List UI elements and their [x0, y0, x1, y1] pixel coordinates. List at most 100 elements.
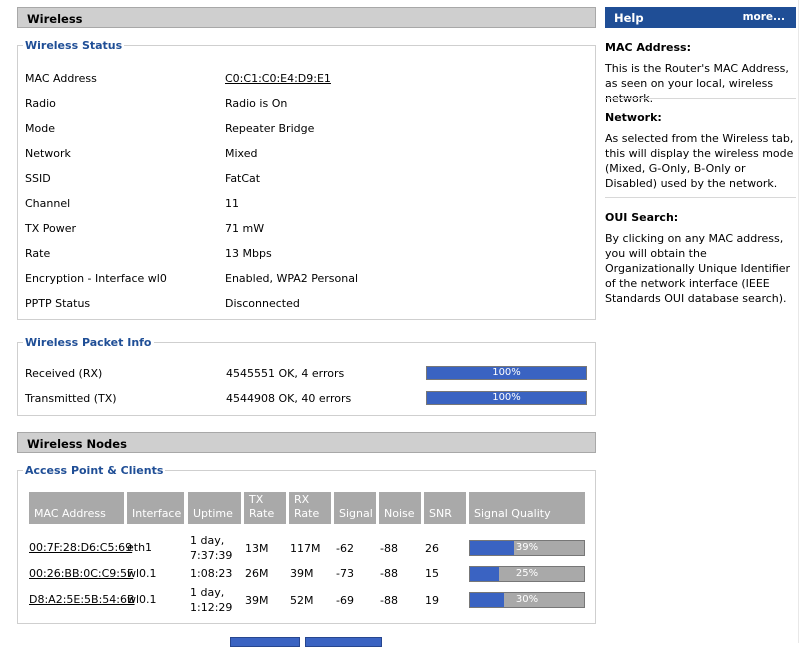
client-interface: wl0.1: [127, 593, 157, 606]
col-rx-rate[interactable]: RX Rate: [289, 492, 331, 524]
help-more-link[interactable]: more...: [743, 11, 785, 23]
client-uptime-line1: 1 day,: [190, 534, 225, 547]
client-uptime-line2: 7:37:39: [190, 549, 233, 562]
help-section-title: OUI Search:: [605, 211, 679, 224]
col-header-text: RX Rate: [294, 493, 320, 520]
signal-quality-text: 30%: [515, 594, 539, 605]
rx-progress-bar: 100%: [426, 366, 587, 380]
status-value: Radio is On: [225, 97, 288, 110]
client-tx-rate: 39M: [245, 594, 269, 607]
status-row: Rate 13 Mbps: [25, 246, 585, 262]
help-section-text: As selected from the Wireless tab, this …: [605, 132, 794, 190]
col-uptime[interactable]: Uptime: [188, 492, 241, 524]
status-row: TX Power 71 mW: [25, 221, 585, 237]
tx-progress-bar: 100%: [426, 391, 587, 405]
help-divider: [605, 197, 796, 198]
signal-quality-bar: 25%: [469, 566, 585, 582]
col-header-text: Noise: [384, 507, 415, 520]
col-noise[interactable]: Noise: [379, 492, 421, 524]
signal-quality-bar: 39%: [469, 540, 585, 556]
client-signal: -73: [336, 567, 354, 580]
status-value: Enabled, WPA2 Personal: [225, 272, 359, 285]
bottom-button-1[interactable]: [230, 637, 300, 647]
col-header-text: Signal Quality: [474, 507, 551, 520]
help-header: Help more...: [605, 7, 796, 28]
packet-label: Transmitted (TX): [25, 392, 117, 405]
col-header-text: Uptime: [193, 507, 233, 520]
col-tx-rate[interactable]: TX Rate: [244, 492, 286, 524]
client-noise: -88: [380, 567, 398, 580]
client-uptime-line2: 1:12:29: [190, 601, 233, 614]
help-section-oui: OUI Search: By clicking on any MAC addre…: [605, 210, 796, 306]
help-divider: [605, 98, 796, 99]
client-rx-rate: 117M: [290, 542, 321, 555]
client-mac-link[interactable]: 00:7F:28:D6:C5:69: [29, 541, 132, 555]
col-signal-quality[interactable]: Signal Quality: [469, 492, 585, 524]
col-header-text: Signal: [339, 507, 373, 520]
status-value: Disconnected: [225, 297, 300, 310]
client-tx-rate: 26M: [245, 567, 269, 580]
client-signal: -62: [336, 542, 354, 555]
status-label: SSID: [25, 172, 51, 185]
packet-info-legend: Wireless Packet Info: [25, 336, 152, 349]
status-label: Channel: [25, 197, 71, 210]
clients-legend: Access Point & Clients: [25, 464, 164, 477]
client-snr: 19: [425, 594, 439, 607]
help-section-network: Network: As selected from the Wireless t…: [605, 110, 796, 191]
client-mac-link[interactable]: D8:A2:5E:5B:54:6B: [29, 593, 135, 607]
status-row: Mode Repeater Bridge: [25, 121, 585, 137]
help-section-text: By clicking on any MAC address, you will…: [605, 232, 791, 305]
client-mac-link[interactable]: 00:26:BB:0C:C9:5F: [29, 567, 133, 581]
client-uptime-line1: 1:08:23: [190, 567, 233, 580]
col-mac-address[interactable]: MAC Address: [29, 492, 124, 524]
status-value: FatCat: [225, 172, 261, 185]
status-label: Network: [25, 147, 71, 160]
help-section-text: This is the Router's MAC Address, as see…: [605, 62, 789, 105]
client-rx-rate: 52M: [290, 594, 314, 607]
status-row: SSID FatCat: [25, 171, 585, 187]
rx-progress-text: 100%: [492, 367, 521, 378]
client-interface: wl0.1: [127, 567, 157, 580]
signal-quality-fill: [470, 567, 499, 581]
status-row: MAC Address C0:C1:C0:E4:D9:E1: [25, 71, 585, 87]
signal-quality-bar: 30%: [469, 592, 585, 608]
col-signal[interactable]: Signal: [334, 492, 376, 524]
status-label: MAC Address: [25, 72, 97, 85]
client-signal: -69: [336, 594, 354, 607]
router-mac-link[interactable]: C0:C1:C0:E4:D9:E1: [225, 71, 331, 87]
help-title: Help: [614, 11, 644, 25]
status-label: Radio: [25, 97, 56, 110]
signal-quality-fill: [470, 593, 505, 607]
help-section-title: Network:: [605, 111, 662, 124]
client-snr: 15: [425, 567, 439, 580]
col-header-text: Interface: [132, 507, 182, 520]
client-noise: -88: [380, 594, 398, 607]
status-value: Repeater Bridge: [225, 122, 315, 135]
page-edge: [798, 0, 811, 643]
packet-label: Received (RX): [25, 367, 103, 380]
client-snr: 26: [425, 542, 439, 555]
status-value: 13 Mbps: [225, 247, 272, 260]
status-value: Mixed: [225, 147, 258, 160]
status-label: Rate: [25, 247, 51, 260]
col-interface[interactable]: Interface: [127, 492, 184, 524]
col-header-text: TX Rate: [249, 493, 275, 520]
wireless-section-header: Wireless: [17, 7, 596, 28]
status-value: 11: [225, 197, 239, 210]
signal-quality-text: 25%: [515, 568, 539, 579]
bottom-button-2[interactable]: [305, 637, 382, 647]
client-tx-rate: 13M: [245, 542, 269, 555]
client-uptime-line1: 1 day,: [190, 586, 225, 599]
status-label: Encryption - Interface wl0: [25, 272, 167, 285]
packet-info-panel: Wireless Packet Info Received (RX) 45455…: [17, 336, 596, 416]
status-label: Mode: [25, 122, 55, 135]
status-label: PPTP Status: [25, 297, 91, 310]
client-noise: -88: [380, 542, 398, 555]
wireless-status-legend: Wireless Status: [25, 39, 123, 52]
status-row: Channel 11: [25, 196, 585, 212]
packet-value: 4545551 OK, 4 errors: [226, 367, 345, 380]
packet-value: 4544908 OK, 40 errors: [226, 392, 352, 405]
wireless-nodes-header: Wireless Nodes: [17, 432, 596, 453]
signal-quality-fill: [470, 541, 515, 555]
col-snr[interactable]: SNR: [424, 492, 466, 524]
